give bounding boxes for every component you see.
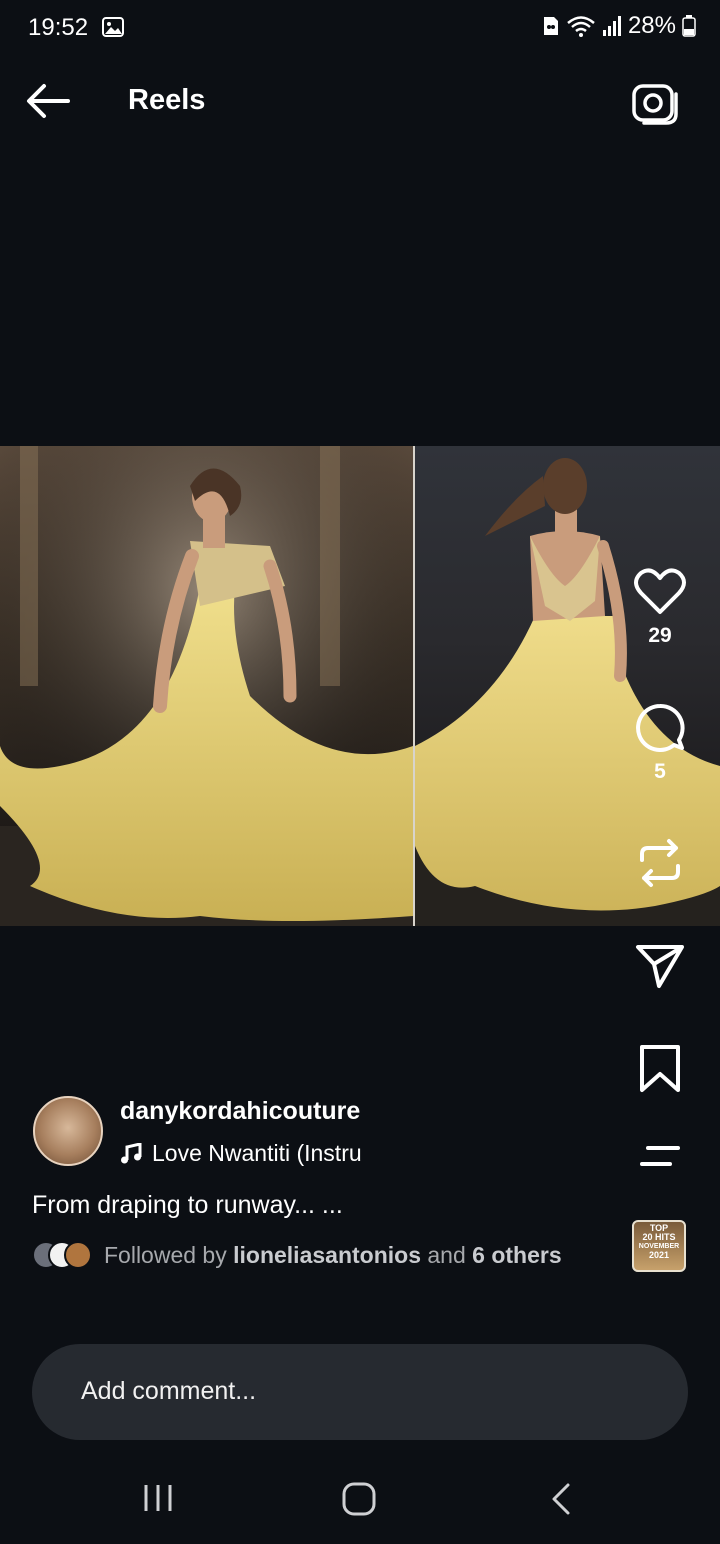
- comment-icon[interactable]: [634, 702, 686, 752]
- comment-action[interactable]: 5: [632, 702, 688, 784]
- save-action[interactable]: [632, 1044, 688, 1094]
- caption[interactable]: From draping to runway... ...: [32, 1191, 343, 1220]
- music-note-icon: [121, 1142, 142, 1163]
- back-arrow-icon[interactable]: [24, 80, 72, 122]
- reel-media[interactable]: [0, 446, 720, 926]
- comment-placeholder: Add comment...: [81, 1377, 257, 1405]
- share-action[interactable]: [632, 942, 688, 990]
- bookmark-icon[interactable]: [638, 1044, 682, 1094]
- camera-icon[interactable]: [630, 80, 680, 126]
- audio-thumbnail[interactable]: TOP 20 HITS NOVEMBER 2021: [632, 1220, 686, 1272]
- follower-avatar: [64, 1241, 92, 1269]
- audio-thumb-line: 20 HITS: [642, 1232, 676, 1242]
- username[interactable]: danykordahicouture: [120, 1097, 360, 1126]
- followed-mid: and: [421, 1241, 473, 1268]
- followed-prefix: Followed by: [104, 1241, 234, 1268]
- wifi-icon: [567, 16, 595, 37]
- nav-back-icon[interactable]: [550, 1482, 572, 1516]
- repost-icon[interactable]: [636, 838, 684, 888]
- status-bar: 19:52 28%: [0, 0, 720, 56]
- battery-percent: 28%: [627, 12, 676, 39]
- followed-by-text: Followed by lioneliasantonios and 6 othe…: [104, 1242, 562, 1269]
- follower-avatars: [32, 1241, 92, 1269]
- followed-by[interactable]: Followed by lioneliasantonios and 6 othe…: [32, 1241, 562, 1269]
- comment-input[interactable]: Add comment...: [32, 1344, 688, 1440]
- followed-others: 6 others: [472, 1241, 562, 1268]
- status-time: 19:52: [28, 14, 89, 41]
- more-icon[interactable]: [638, 1144, 682, 1170]
- like-count: 29: [648, 624, 672, 647]
- home-icon[interactable]: [342, 1482, 376, 1516]
- repost-action[interactable]: [632, 838, 688, 888]
- status-icons: 28%: [542, 12, 696, 40]
- more-action[interactable]: [632, 1144, 688, 1170]
- page-title: Reels: [128, 84, 206, 116]
- audio-thumb-line: 2021: [648, 1250, 670, 1260]
- system-nav-bar: [0, 1450, 720, 1544]
- recent-apps-icon[interactable]: [142, 1482, 174, 1514]
- followed-user: lioneliasantonios: [233, 1241, 421, 1268]
- comment-count: 5: [654, 760, 666, 783]
- music-info[interactable]: Love Nwantiti (Instru: [120, 1140, 362, 1167]
- gallery-icon: [102, 17, 124, 37]
- signal-icon: [602, 16, 621, 36]
- heart-icon[interactable]: [633, 568, 687, 616]
- music-title: Love Nwantiti (Instru: [152, 1140, 362, 1166]
- battery-icon: [682, 15, 696, 37]
- sim-icon: [543, 17, 558, 35]
- avatar[interactable]: [33, 1096, 103, 1166]
- reel-image-front: [0, 446, 413, 926]
- send-icon[interactable]: [635, 942, 685, 990]
- like-action[interactable]: 29: [632, 568, 688, 648]
- front-view-illustration: [0, 446, 413, 926]
